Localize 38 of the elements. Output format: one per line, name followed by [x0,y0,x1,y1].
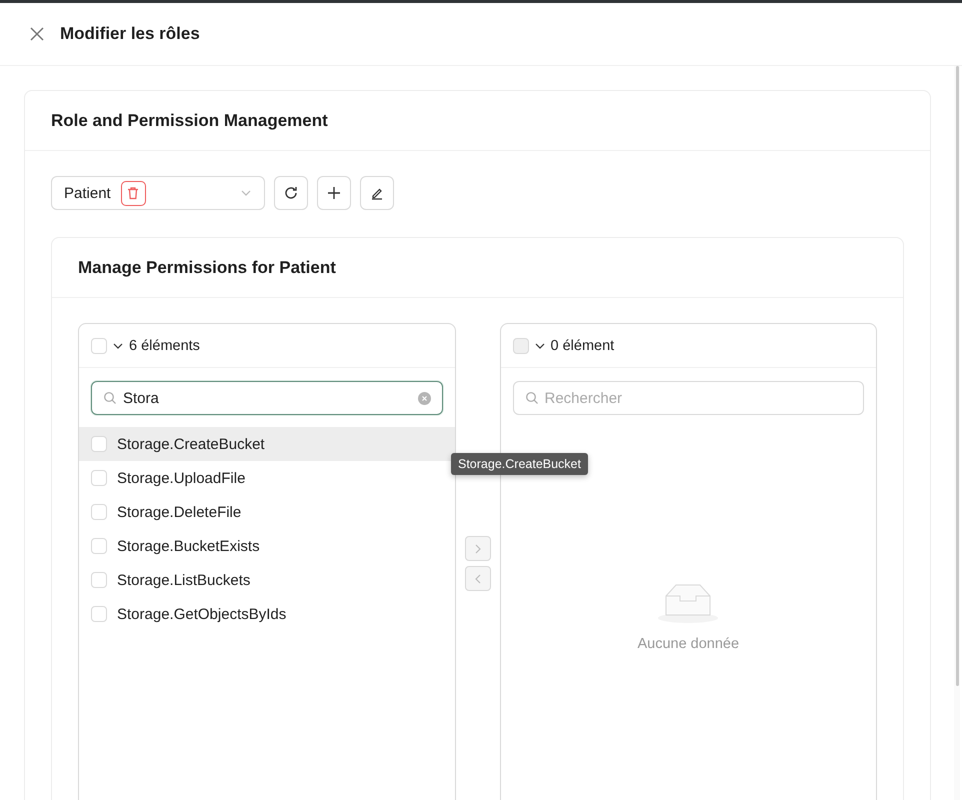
chevron-right-icon [472,544,482,554]
delete-button[interactable] [120,180,146,206]
search-field[interactable]: Stora [91,381,442,415]
close-icon [29,26,45,42]
chevron-down-icon [113,340,123,350]
edit-button[interactable] [360,176,394,210]
refresh-button[interactable] [274,176,308,210]
empty-message: Aucune donnée [637,636,740,652]
refresh-icon [283,185,299,201]
permission-item[interactable]: Storage.CreateBucket [79,427,454,461]
item-count: 6 éléments [129,338,200,354]
checkbox[interactable] [91,470,107,486]
checkbox[interactable] [91,338,107,354]
checkbox[interactable] [91,606,107,622]
plus-icon [326,185,342,201]
panel-title: Manage Permissions for Patient [52,238,903,298]
checkbox[interactable] [91,572,107,588]
search-icon [524,391,538,405]
permission-item[interactable]: Storage.GetObjectsByIds [79,597,454,631]
drawer-title: Modifier les rôles [60,24,200,44]
add-button[interactable] [317,176,351,210]
card-title: Role and Permission Management [25,91,930,151]
checkbox[interactable] [91,504,107,520]
scrollbar[interactable] [954,66,960,800]
chevron-down-icon [534,340,544,350]
permission-item[interactable]: Storage.BucketExists [79,529,454,563]
role-select[interactable]: Patient [51,176,265,210]
chevron-left-icon [472,574,482,584]
item-count: 0 élément [550,338,614,354]
search-icon [103,391,117,405]
permission-item[interactable]: Storage.DeleteFile [79,495,454,529]
permission-item[interactable]: Storage.ListBuckets [79,563,454,597]
empty-inbox-icon [656,582,720,624]
tooltip: Storage.CreateBucket [451,453,588,475]
clear-icon [418,392,430,404]
checkbox[interactable] [91,538,107,554]
trash-icon [126,186,140,200]
checkbox[interactable] [91,436,107,452]
